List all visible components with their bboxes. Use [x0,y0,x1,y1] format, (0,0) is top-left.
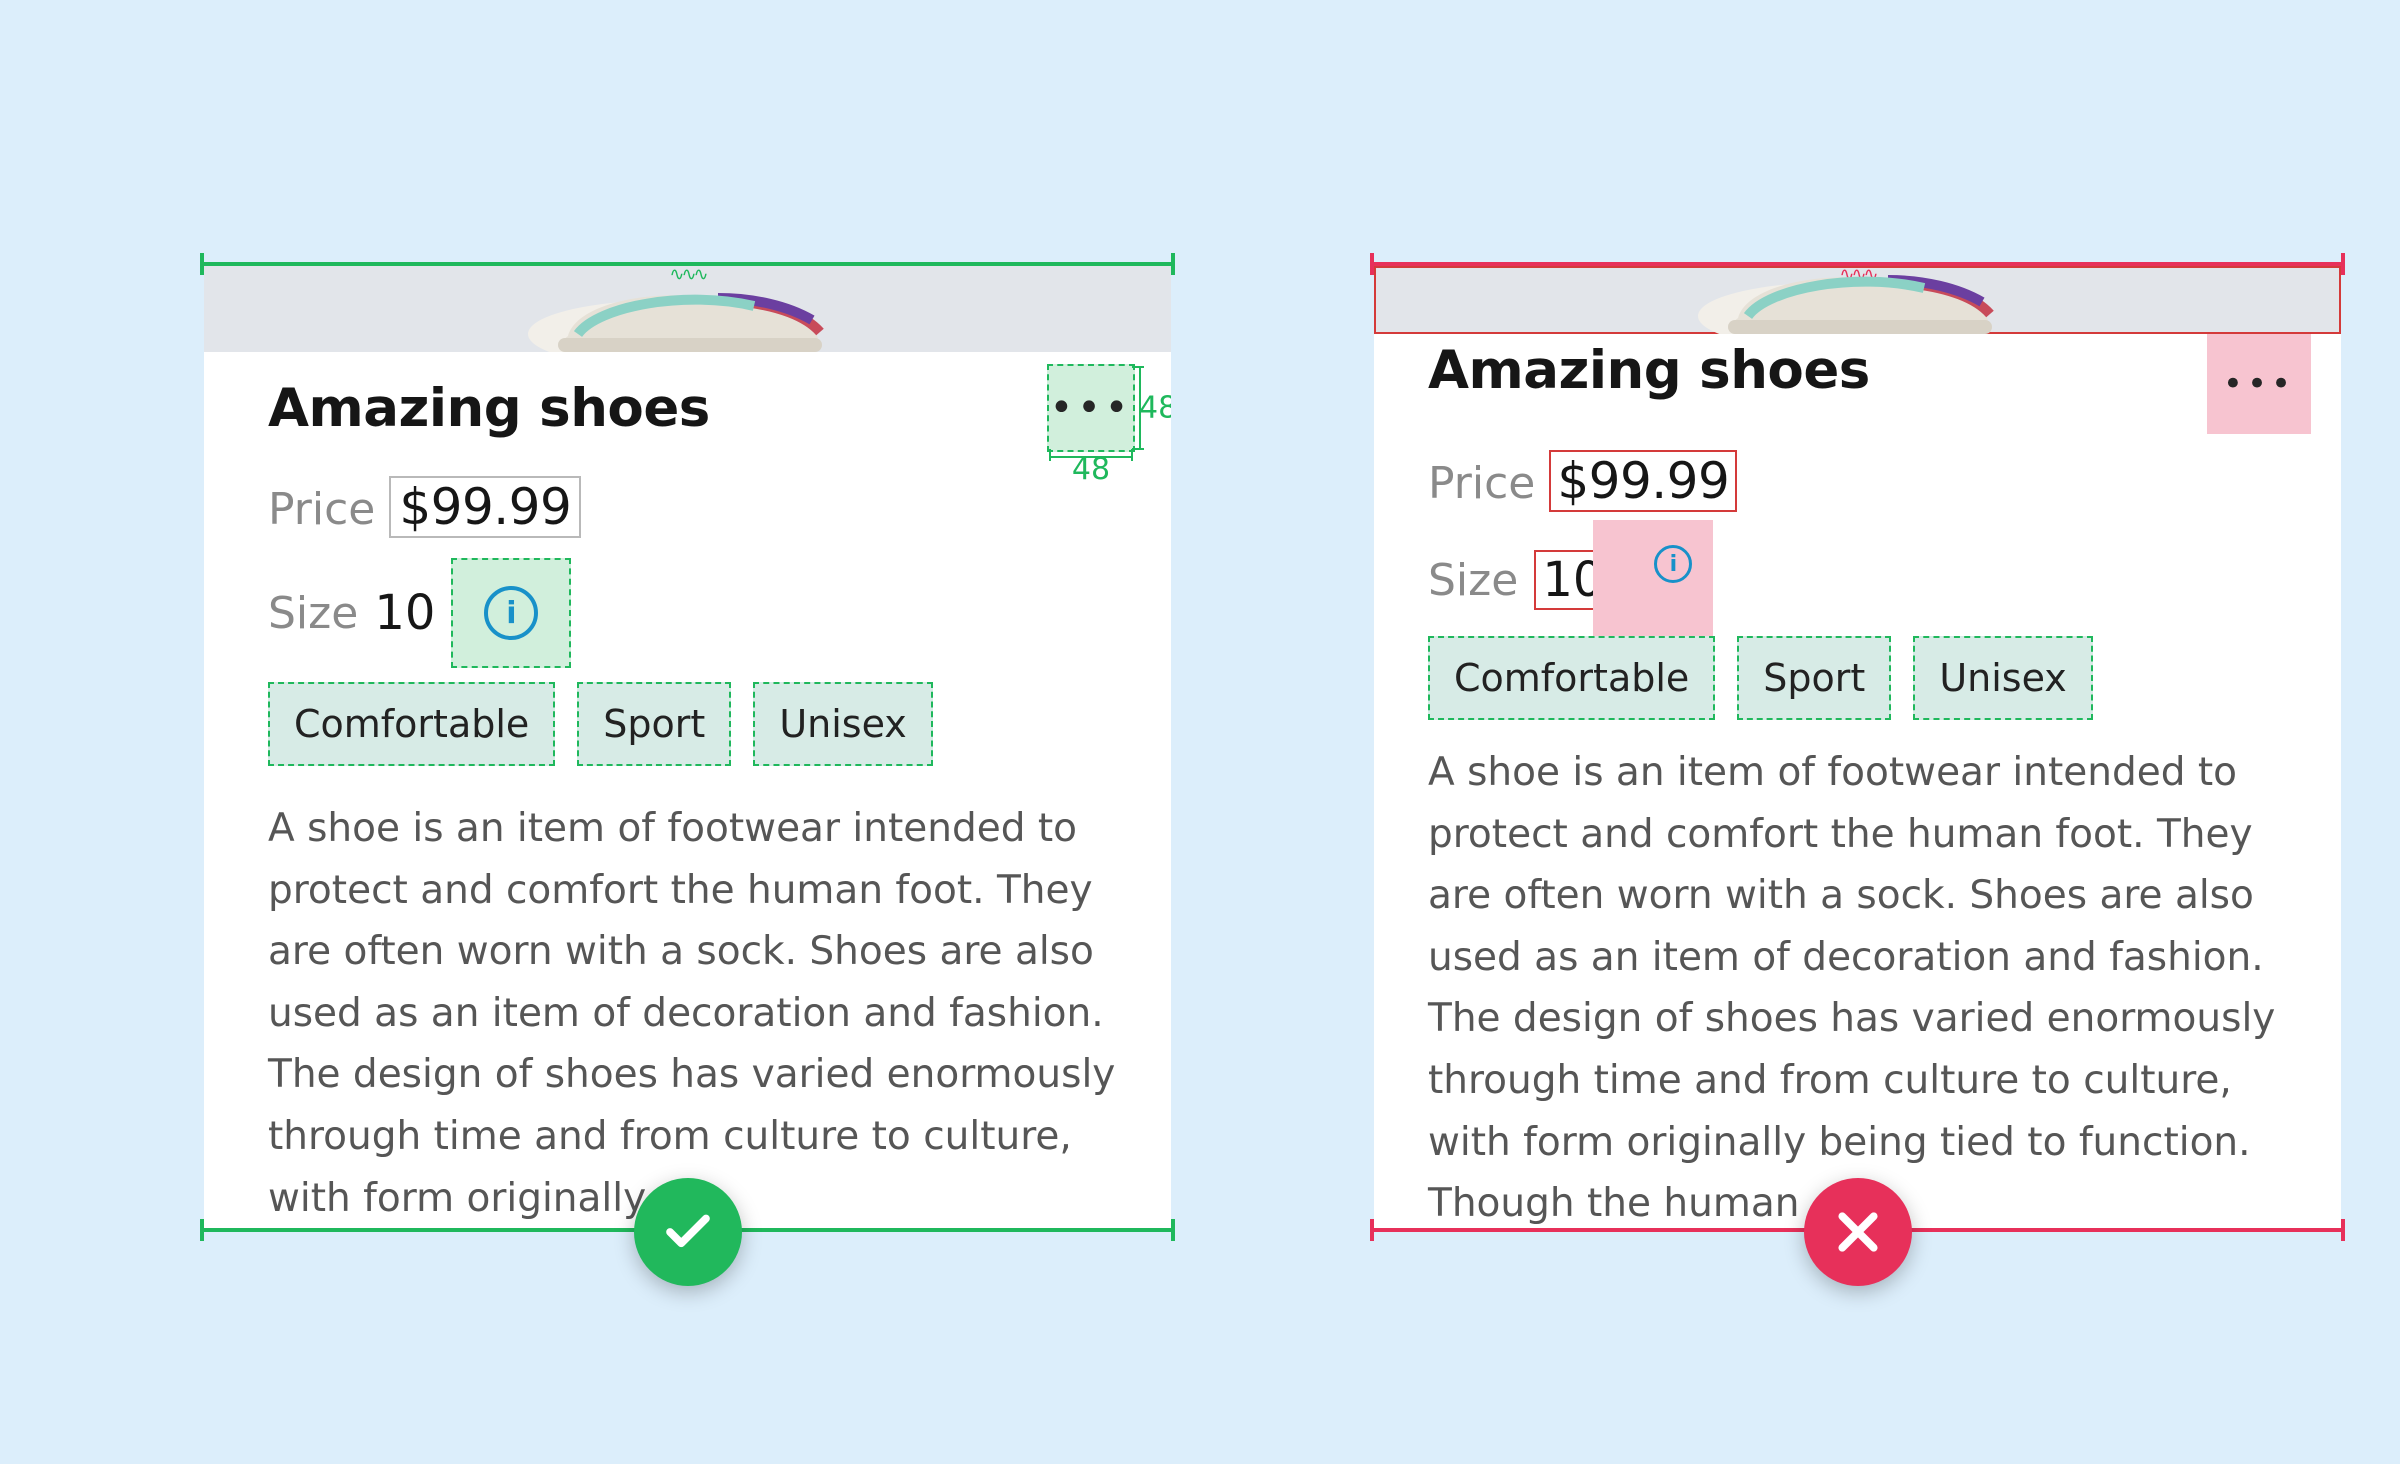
shoe-illustration [1688,266,2028,334]
tag-chip[interactable]: Sport [1737,636,1891,720]
tag-chip[interactable]: Sport [577,682,731,766]
touch-target-highlight [1593,520,1713,640]
shoe-illustration [518,266,858,352]
price-label: Price [1428,458,1535,509]
tag-chip[interactable]: Comfortable [1428,636,1715,720]
size-info-button[interactable]: i [1593,520,1713,640]
more-options-button[interactable]: ••• [2207,334,2311,434]
tag-chip[interactable]: Unisex [1913,636,2092,720]
tag-list: Comfortable Sport Unisex [268,682,1135,766]
price-value: $99.99 [389,476,581,538]
dimension-label: 48 [1139,391,1171,426]
more-options-button[interactable]: ••• 48 48 [1047,364,1135,452]
size-value: 10 [374,585,435,641]
product-card: ∿∿∿ Amazing shoes ••• [1374,266,2341,1228]
size-label: Size [268,588,358,639]
tag-list: Comfortable Sport Unisex [1428,636,2305,720]
product-image: ∿∿∿ [1374,266,2341,334]
product-image: ∿∿∿ [204,266,1171,352]
measure-tick [2341,1219,2345,1241]
measure-tick [1171,1219,1175,1241]
size-info-button[interactable]: i [451,558,571,668]
product-title: Amazing shoes [1428,340,1870,401]
check-icon [661,1205,715,1259]
example-do: ∿∿∿ Amazing shoes ••• [200,262,1175,1232]
price-label: Price [268,484,375,535]
measure-tick [1171,253,1175,275]
size-label: Size [1428,555,1518,606]
product-title: Amazing shoes [268,378,710,439]
close-icon [1831,1205,1885,1259]
price-value: $99.99 [1549,450,1737,512]
product-description: A shoe is an item of footwear intended t… [268,798,1135,1228]
product-card: ∿∿∿ Amazing shoes ••• [204,266,1171,1228]
info-icon: i [484,586,538,640]
measure-tick [2341,253,2345,275]
tag-chip[interactable]: Unisex [753,682,932,766]
do-badge [634,1178,742,1286]
example-dont: ∿∿∿ Amazing shoes ••• [1370,262,2345,1232]
dimension-label: 48 [1072,452,1110,487]
info-icon: i [1654,545,1692,583]
tag-chip[interactable]: Comfortable [268,682,555,766]
dont-badge [1804,1178,1912,1286]
product-description: A shoe is an item of footwear intended t… [1428,742,2305,1228]
